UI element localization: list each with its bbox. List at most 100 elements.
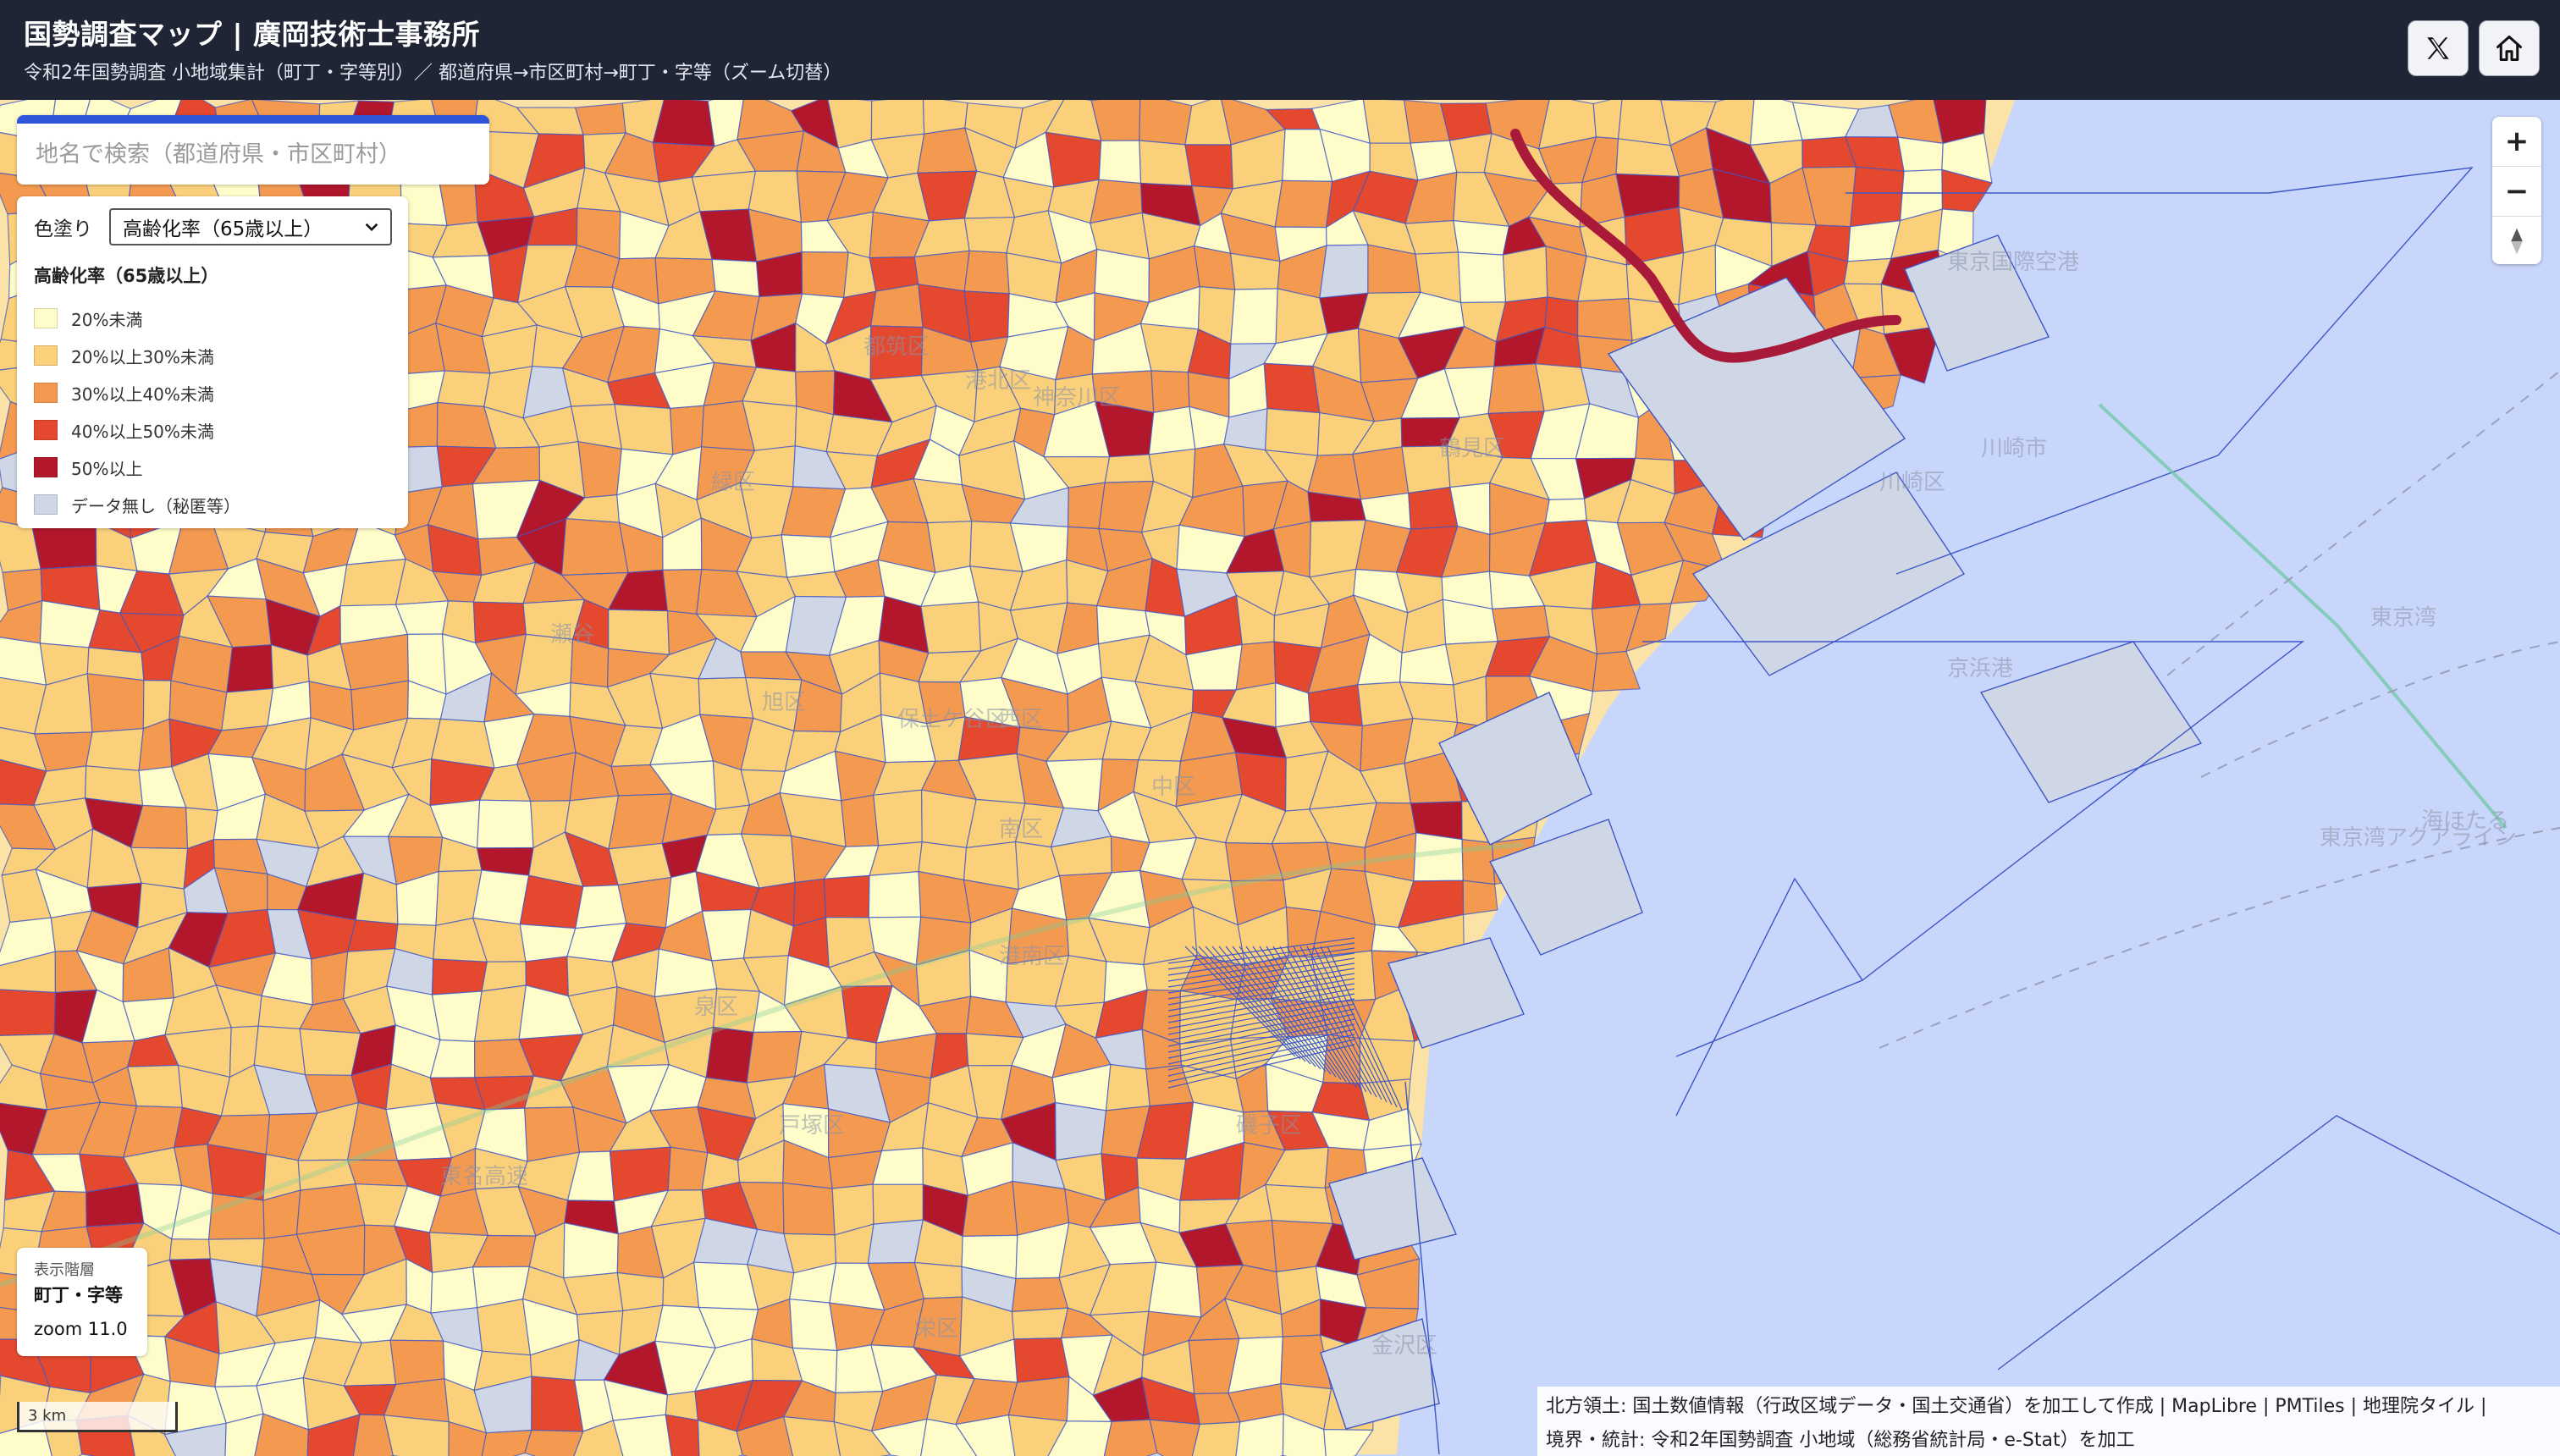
area-polygon[interactable]: [1045, 131, 1102, 188]
area-polygon[interactable]: [1492, 605, 1551, 643]
area-polygon[interactable]: [575, 884, 627, 929]
area-polygon[interactable]: [652, 100, 715, 147]
area-polygon[interactable]: [920, 601, 982, 654]
x-button[interactable]: [2408, 20, 2469, 76]
area-polygon[interactable]: [698, 676, 754, 720]
area-polygon[interactable]: [617, 876, 672, 929]
area-polygon[interactable]: [926, 521, 973, 574]
area-polygon[interactable]: [1011, 1307, 1069, 1340]
area-polygon[interactable]: [746, 1030, 803, 1084]
area-polygon[interactable]: [430, 1266, 478, 1314]
area-polygon[interactable]: [1850, 166, 1905, 228]
area-polygon[interactable]: [477, 1298, 532, 1356]
area-polygon[interactable]: [1265, 1183, 1334, 1225]
area-polygon[interactable]: [667, 1146, 709, 1191]
area-polygon[interactable]: [841, 794, 880, 847]
area-polygon[interactable]: [0, 636, 47, 686]
area-polygon[interactable]: [311, 951, 349, 1006]
area-polygon[interactable]: [1264, 408, 1321, 456]
area-polygon[interactable]: [437, 370, 491, 408]
area-polygon[interactable]: [1897, 136, 1944, 172]
area-polygon[interactable]: [665, 1414, 700, 1456]
area-polygon[interactable]: [870, 284, 924, 328]
area-polygon[interactable]: [1193, 245, 1236, 290]
area-polygon[interactable]: [662, 568, 703, 615]
area-polygon[interactable]: [691, 170, 757, 212]
area-polygon[interactable]: [1413, 832, 1464, 882]
area-polygon[interactable]: [1592, 100, 1623, 140]
area-polygon[interactable]: [207, 1144, 267, 1201]
area-polygon[interactable]: [1352, 446, 1410, 500]
area-polygon[interactable]: [801, 251, 849, 299]
area-polygon[interactable]: [1453, 676, 1488, 728]
area-polygon[interactable]: [86, 673, 145, 733]
area-polygon[interactable]: [1230, 288, 1278, 345]
area-polygon[interactable]: [577, 440, 622, 499]
area-polygon[interactable]: [560, 518, 629, 576]
area-polygon[interactable]: [705, 1026, 754, 1084]
area-polygon[interactable]: [31, 521, 97, 570]
area-polygon[interactable]: [226, 644, 274, 693]
area-polygon[interactable]: [1457, 251, 1507, 304]
area-polygon[interactable]: [1307, 453, 1362, 500]
area-polygon[interactable]: [1362, 100, 1411, 144]
area-polygon[interactable]: [1105, 1063, 1150, 1111]
area-polygon[interactable]: [1453, 219, 1510, 256]
zoom-out-button[interactable]: −: [2492, 167, 2541, 217]
area-polygon[interactable]: [1007, 1376, 1070, 1422]
area-polygon[interactable]: [472, 869, 530, 925]
area-polygon[interactable]: [1502, 245, 1548, 303]
area-polygon[interactable]: [1408, 486, 1459, 530]
reset-north-button[interactable]: [2492, 217, 2541, 266]
area-polygon[interactable]: [963, 290, 1010, 343]
area-polygon[interactable]: [1544, 498, 1587, 524]
area-polygon[interactable]: [431, 990, 483, 1043]
area-polygon[interactable]: [783, 1415, 841, 1456]
area-polygon[interactable]: [1148, 1261, 1202, 1318]
area-polygon[interactable]: [782, 1182, 836, 1236]
area-polygon[interactable]: [339, 633, 410, 691]
area-polygon[interactable]: [1150, 370, 1190, 414]
area-polygon[interactable]: [872, 1183, 924, 1225]
search-input[interactable]: [17, 124, 489, 185]
area-polygon[interactable]: [1139, 140, 1193, 187]
area-polygon[interactable]: [1319, 244, 1369, 299]
area-polygon[interactable]: [616, 1271, 665, 1312]
area-polygon[interactable]: [614, 403, 674, 455]
area-polygon[interactable]: [1055, 1101, 1107, 1161]
area-polygon[interactable]: [1148, 405, 1196, 455]
zoom-in-button[interactable]: +: [2492, 117, 2541, 167]
area-polygon[interactable]: [383, 1415, 450, 1456]
area-polygon[interactable]: [823, 874, 870, 918]
area-polygon[interactable]: [1139, 100, 1193, 146]
area-polygon[interactable]: [1184, 144, 1233, 190]
area-polygon[interactable]: [963, 250, 1010, 295]
area-polygon[interactable]: [612, 1414, 673, 1456]
no-data-block[interactable]: [1979, 641, 2203, 803]
area-polygon[interactable]: [873, 789, 923, 847]
area-polygon[interactable]: [1011, 1277, 1069, 1313]
area-polygon[interactable]: [221, 687, 274, 731]
area-polygon[interactable]: [870, 100, 925, 141]
area-polygon[interactable]: [0, 989, 57, 1037]
area-polygon[interactable]: [1274, 179, 1333, 229]
area-polygon[interactable]: [1462, 880, 1498, 916]
area-polygon[interactable]: [431, 958, 488, 995]
area-polygon[interactable]: [867, 1219, 924, 1265]
color-metric-select[interactable]: 高齢化率（65歳以上）: [109, 208, 392, 245]
area-polygon[interactable]: [1098, 140, 1142, 185]
area-polygon[interactable]: [389, 1339, 445, 1386]
area-polygon[interactable]: [480, 1429, 532, 1456]
area-polygon[interactable]: [1104, 454, 1155, 483]
area-polygon[interactable]: [918, 870, 972, 924]
area-polygon[interactable]: [476, 799, 534, 849]
area-polygon[interactable]: [1149, 1419, 1201, 1456]
area-polygon[interactable]: [781, 534, 836, 578]
area-polygon[interactable]: [524, 1429, 584, 1456]
area-polygon[interactable]: [168, 1238, 212, 1261]
area-polygon[interactable]: [868, 870, 922, 918]
area-polygon[interactable]: [1263, 362, 1321, 414]
area-polygon[interactable]: [299, 1028, 361, 1076]
area-polygon[interactable]: [339, 558, 406, 607]
area-polygon[interactable]: [347, 919, 399, 952]
